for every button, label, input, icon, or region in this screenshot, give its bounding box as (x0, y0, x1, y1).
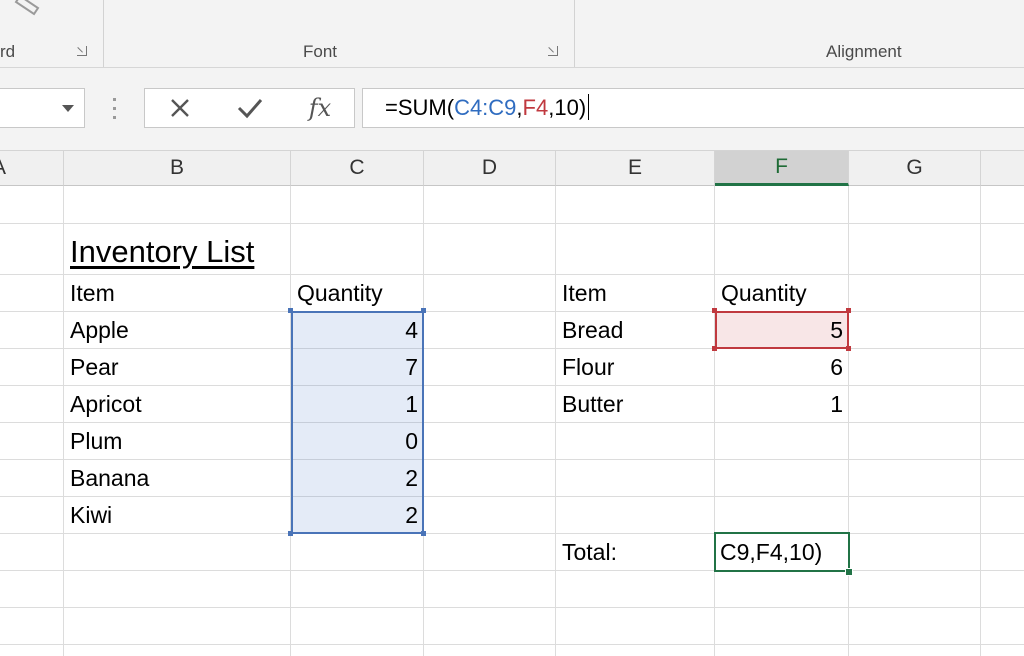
column-header-a[interactable]: A (0, 151, 64, 186)
table-cell-quantity[interactable]: 0 (291, 423, 424, 460)
table-row[interactable]: Apricot (64, 386, 291, 423)
formula-text: =SUM(C4:C9,F4,10) (385, 94, 590, 121)
fx-icon: fx (308, 94, 332, 122)
column-header-label: E (627, 156, 642, 179)
column-header-label: B (169, 156, 184, 179)
insert-function-button[interactable]: fx (290, 89, 350, 127)
fill-handle[interactable] (845, 568, 853, 576)
chevron-down-icon[interactable] (62, 105, 74, 112)
active-cell[interactable]: C9,F4,10) (714, 532, 850, 572)
close-icon (171, 99, 189, 117)
ribbon-separator (103, 0, 104, 67)
table-row[interactable]: Plum (64, 423, 291, 460)
formula-buttons: fx (144, 88, 355, 128)
column-header-e[interactable]: E (556, 151, 715, 186)
enter-button[interactable] (220, 89, 280, 127)
cancel-button[interactable] (150, 89, 210, 127)
formula-input[interactable]: =SUM(C4:C9,F4,10) (362, 88, 1024, 128)
column-header-label: G (906, 156, 923, 179)
total-label[interactable]: Total: (556, 534, 715, 571)
table-cell-quantity[interactable]: 1 (715, 386, 849, 423)
table-row[interactable]: Pear (64, 349, 291, 386)
table-cell-quantity[interactable]: 1 (291, 386, 424, 423)
name-box[interactable] (0, 88, 85, 128)
format-painter-icon[interactable] (8, 0, 48, 18)
table-row[interactable]: Bread (556, 312, 715, 349)
column-header-d[interactable]: D (424, 151, 556, 186)
table-cell-quantity[interactable]: 7 (291, 349, 424, 386)
column-header-label: C (349, 156, 365, 179)
formula-token: C4:C9 (454, 95, 517, 120)
ribbon-group-clipboard-label: rd (0, 42, 16, 61)
table-row[interactable]: Kiwi (64, 497, 291, 534)
table-cell-quantity[interactable]: 4 (291, 312, 424, 349)
table-row[interactable]: Butter (556, 386, 715, 423)
formula-token: =SUM( (385, 95, 455, 120)
font-dialog-launcher-icon[interactable] (548, 46, 558, 56)
column-header-b[interactable]: B (64, 151, 291, 186)
table-row[interactable]: Banana (64, 460, 291, 497)
table-cell-quantity[interactable]: 6 (715, 349, 849, 386)
ribbon-group-font-label: Font (303, 42, 338, 61)
formula-token: ,10) (548, 95, 587, 120)
formula-bar-area: fx =SUM(C4:C9,F4,10) (0, 68, 1024, 151)
header-quantity-left[interactable]: Quantity (291, 275, 424, 312)
header-item-left[interactable]: Item (64, 275, 291, 312)
column-header-label: F (775, 155, 788, 178)
grip-icon[interactable] (113, 98, 117, 120)
ribbon: rd Font Alignment (0, 0, 1024, 68)
table-cell-quantity[interactable]: 2 (291, 497, 424, 534)
active-cell-text: C9,F4,10) (720, 538, 823, 565)
column-header-h[interactable] (981, 151, 1024, 186)
clipboard-dialog-launcher-icon[interactable] (77, 46, 87, 56)
ribbon-separator (574, 0, 575, 67)
table-row[interactable]: Apple (64, 312, 291, 349)
column-header-c[interactable]: C (291, 151, 424, 186)
table-row[interactable]: Flour (556, 349, 715, 386)
column-header-f[interactable]: F (715, 151, 849, 186)
column-header-label: A (0, 156, 6, 180)
text-cursor (588, 94, 590, 120)
ribbon-group-alignment-label: Alignment (826, 42, 902, 61)
header-item-right[interactable]: Item (556, 275, 715, 312)
header-quantity-right[interactable]: Quantity (715, 275, 849, 312)
column-header-g[interactable]: G (849, 151, 981, 186)
table-cell-quantity[interactable]: 2 (291, 460, 424, 497)
column-header-label: D (481, 156, 498, 179)
table-cell-quantity[interactable]: 5 (715, 312, 849, 349)
formula-token: F4 (522, 95, 549, 120)
checkmark-icon (237, 99, 263, 119)
sheet-title[interactable]: Inventory List (64, 229, 324, 275)
